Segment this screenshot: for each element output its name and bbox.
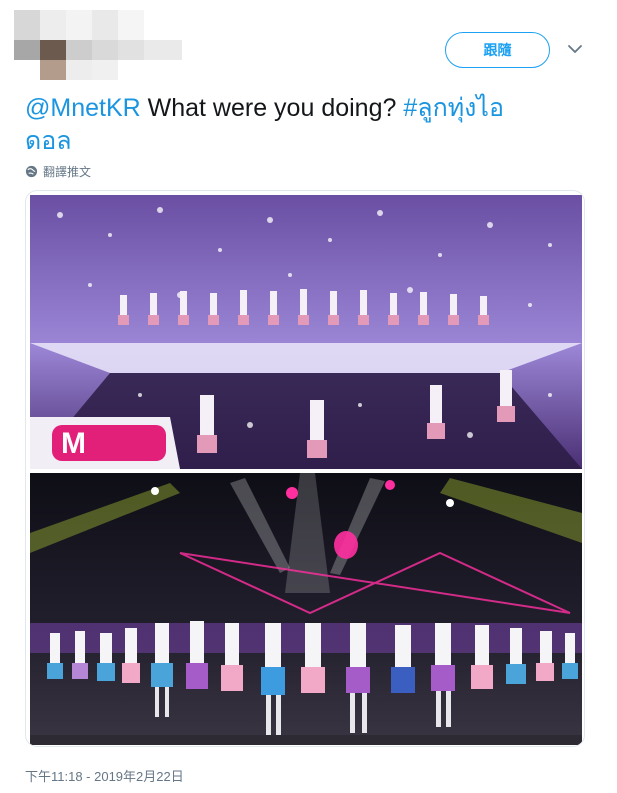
blurred-avatar-and-name[interactable]	[14, 10, 182, 80]
tweet-header: 跟隨	[0, 0, 617, 90]
media-container[interactable]: M net	[25, 190, 585, 747]
translate-label: 翻譯推文	[43, 164, 92, 179]
mnet-logo-text: net	[92, 428, 134, 459]
hashtag-link[interactable]: #ลูกทุ่งไอ	[403, 94, 504, 122]
chevron-down-icon[interactable]	[566, 40, 584, 58]
tweet-text: @MnetKR What were you doing? #ลูกทุ่งไอด…	[25, 92, 585, 158]
follow-button[interactable]: 跟隨	[445, 32, 550, 68]
photo-mnet-stage[interactable]: M net	[30, 195, 582, 469]
tweet-body: What were you doing?	[140, 94, 404, 122]
hashtag-link-continued[interactable]: ดอล	[25, 127, 72, 155]
mnet-logo-m: M	[61, 427, 86, 460]
translate-tweet[interactable]: 翻譯推文	[25, 162, 91, 180]
tweet-timestamp[interactable]: 下午11:18 - 2019年2月22日	[25, 766, 184, 785]
mention-link[interactable]: @MnetKR	[25, 94, 141, 122]
globe-icon	[25, 165, 38, 177]
photo-dance-performance[interactable]	[30, 473, 582, 745]
